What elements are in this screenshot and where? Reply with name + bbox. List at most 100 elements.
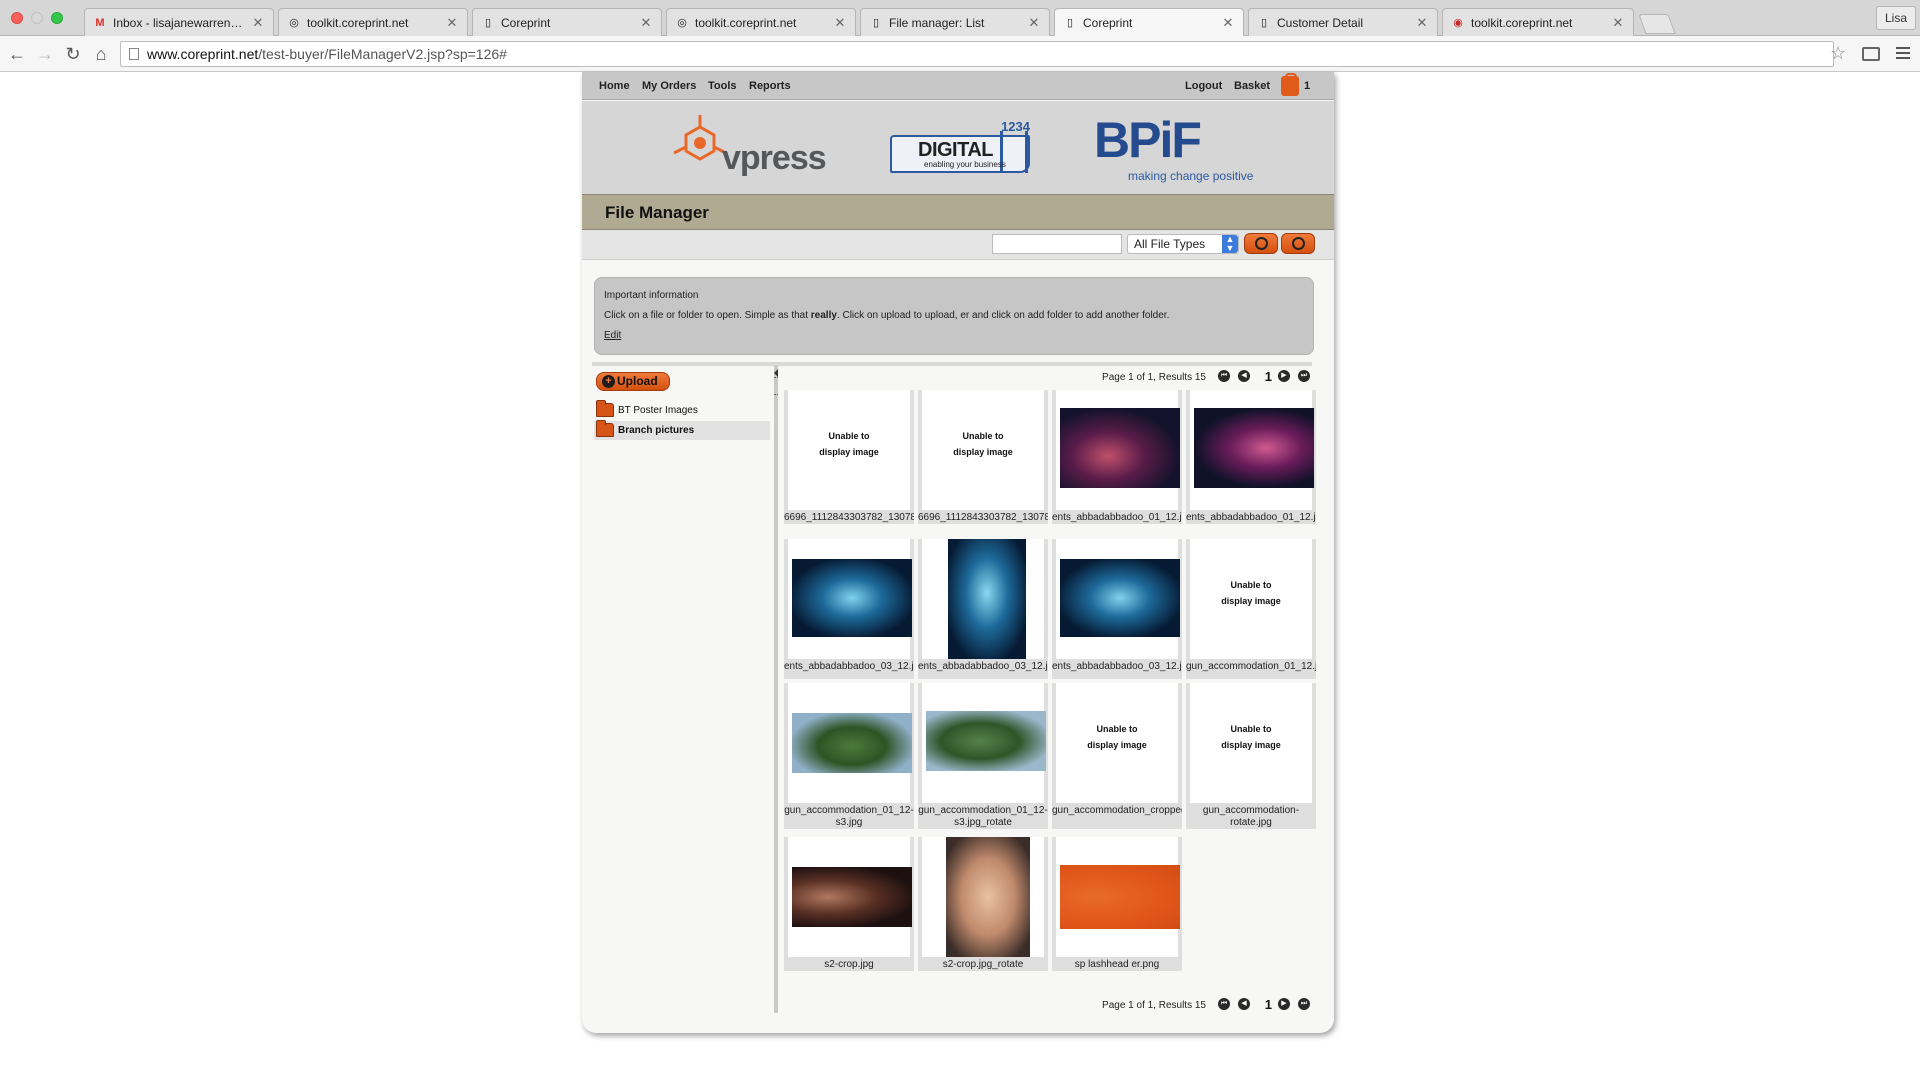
collapse-arrow-icon[interactable] [774, 369, 778, 377]
file-thumbnail[interactable]: Unable to display image [788, 390, 910, 510]
file-tile[interactable]: Unable to display image gun_accommodation_… [1186, 539, 1316, 679]
close-tab-icon[interactable]: ✕ [251, 15, 265, 31]
browser-tab[interactable]: ◎ toolkit.coreprint.net ✕ [278, 8, 468, 36]
file-tile[interactable]: Unable to display image gun_accommodation_… [1052, 683, 1182, 829]
previous-page-icon[interactable]: ◀ [1238, 370, 1250, 382]
first-page-icon[interactable]: ⏮ [1218, 998, 1230, 1010]
browser-menu-icon[interactable] [1896, 47, 1910, 59]
bookmark-star-icon[interactable]: ☆ [1830, 43, 1846, 64]
file-thumbnail[interactable] [1056, 539, 1180, 659]
file-type-select[interactable]: All File Types ▲ ▼ [1127, 234, 1239, 254]
basket-icon[interactable] [1281, 73, 1299, 96]
forward-arrow-icon[interactable]: → [34, 43, 56, 65]
file-thumbnail[interactable]: Unable to display image [1190, 683, 1312, 803]
close-tab-icon[interactable]: ✕ [1027, 15, 1041, 31]
file-thumbnail[interactable] [788, 837, 912, 957]
previous-page-icon[interactable]: ◀ [1238, 998, 1250, 1010]
pager-top: Page 1 of 1, Results 15 ⏮ ◀ 1 ▶ ⏭ [982, 369, 1312, 385]
file-thumbnail[interactable]: Unable to display image [1056, 683, 1178, 803]
file-tile[interactable]: s2-crop.jpg_rotate [918, 837, 1048, 971]
browser-tab-active[interactable]: ▯ Coreprint ✕ [1054, 8, 1244, 36]
url-path: /test-buyer/FileManagerV2.jsp?sp=126# [258, 46, 507, 62]
browser-tab[interactable]: ▯ Coreprint ✕ [472, 8, 662, 36]
file-tile[interactable]: s2-crop.jpg [784, 837, 914, 971]
nav-tools-link[interactable]: Tools [708, 80, 737, 92]
file-thumbnail[interactable]: Unable to display image [1190, 539, 1312, 659]
page-title: File Manager [605, 203, 709, 222]
file-tile[interactable]: ents_abbadabbadoo_03_12.jpg [918, 539, 1048, 679]
new-tab-button[interactable] [1638, 14, 1676, 34]
next-page-icon[interactable]: ▶ [1278, 998, 1290, 1010]
clear-search-button[interactable] [1281, 233, 1315, 254]
nav-logout-link[interactable]: Logout [1185, 80, 1222, 92]
panel-splitter[interactable] [774, 365, 778, 1013]
file-thumbnail[interactable] [922, 837, 1044, 957]
file-thumbnail[interactable] [1056, 837, 1180, 957]
nav-basket-link[interactable]: Basket [1234, 80, 1270, 92]
select-arrows-icon: ▲ ▼ [1222, 235, 1238, 253]
browser-tab[interactable]: ▯ Customer Detail ✕ [1248, 8, 1438, 36]
file-tile[interactable]: ents_abbadabbadoo_03_12.jpg [784, 539, 914, 679]
folder-item-selected[interactable]: Branch pictures [594, 420, 770, 440]
file-thumbnail[interactable] [788, 683, 912, 803]
browser-tab[interactable]: ◉ toolkit.coreprint.net ✕ [1442, 8, 1634, 36]
file-tile[interactable]: ents_abbadabbadoo_01_12.jpg [1052, 390, 1182, 524]
page-icon: ▯ [1260, 17, 1268, 29]
close-tab-icon[interactable]: ✕ [445, 15, 459, 31]
first-page-icon[interactable]: ⏮ [1218, 370, 1230, 382]
profile-button[interactable]: Lisa [1875, 6, 1916, 30]
close-tab-icon[interactable]: ✕ [1415, 15, 1429, 31]
close-tab-icon[interactable]: ✕ [833, 15, 847, 31]
back-arrow-icon[interactable]: ← [6, 43, 28, 65]
next-page-icon[interactable]: ▶ [1278, 370, 1290, 382]
splitter-grip [774, 377, 778, 395]
upload-button[interactable]: + Upload [596, 372, 670, 391]
file-thumbnail[interactable] [922, 683, 1046, 803]
file-thumbnail[interactable] [922, 539, 1044, 659]
file-tile[interactable]: ents_abbadabbadoo_01_12.jpg [1186, 390, 1316, 524]
browser-toolbar: ← → ↻ ⌂ www.coreprint.net/test-buyer/Fil… [0, 36, 1920, 72]
digital-logo: 1234 DIGITAL enabling your business [890, 119, 1030, 177]
close-tab-icon[interactable]: ✕ [1611, 15, 1625, 31]
file-tile[interactable]: gun_accommodation_01_12-s3.jpg_rotate [918, 683, 1048, 829]
file-tile[interactable]: Unable to display image 6696_1112843303782… [784, 390, 914, 524]
info-edit-link[interactable]: Edit [604, 330, 621, 341]
file-thumbnail[interactable] [1190, 390, 1314, 510]
last-page-icon[interactable]: ⏭ [1298, 998, 1310, 1010]
window-close-button[interactable] [11, 12, 23, 24]
window-zoom-button[interactable] [51, 12, 63, 24]
current-page-number: 1 [1264, 997, 1272, 1012]
unable-to-display-text: Unable to display image [1087, 724, 1147, 750]
file-tile[interactable]: sp lashhead er.png [1052, 837, 1182, 971]
file-tile[interactable]: ents_abbadabbadoo_03_12.jpg [1052, 539, 1182, 679]
cast-icon[interactable] [1862, 47, 1880, 61]
file-tile[interactable]: Unable to display image gun_accommodation-… [1186, 683, 1316, 829]
nav-my-orders-link[interactable]: My Orders [642, 80, 696, 92]
page-info-icon[interactable] [129, 48, 139, 60]
last-page-icon[interactable]: ⏭ [1298, 370, 1310, 382]
browser-tab[interactable]: ▯ File manager: List ✕ [860, 8, 1050, 36]
close-tab-icon[interactable]: ✕ [1221, 15, 1235, 31]
file-tile[interactable]: Unable to display image 6696_1112843303782… [918, 390, 1048, 524]
search-button[interactable] [1244, 233, 1278, 254]
nav-home-link[interactable]: Home [599, 80, 630, 92]
browser-tab[interactable]: M Inbox - lisajanewarren@gm ✕ [84, 8, 274, 36]
image-preview [1060, 408, 1180, 488]
reload-icon[interactable]: ↻ [62, 43, 84, 65]
pager-summary: Page 1 of 1, Results 15 [1102, 1000, 1206, 1011]
close-tab-icon[interactable]: ✕ [639, 15, 653, 31]
page-container: Home My Orders Tools Reports Logout Bask… [582, 72, 1334, 1033]
file-thumbnail[interactable] [1056, 390, 1180, 510]
file-name: s2-crop.jpg_rotate [942, 959, 1024, 970]
home-icon[interactable]: ⌂ [90, 43, 112, 65]
file-tile[interactable]: gun_accommodation_01_12-s3.jpg [784, 683, 914, 829]
file-name: gun_accommodation_cropped [1052, 805, 1182, 816]
file-search-input[interactable] [992, 234, 1122, 254]
address-bar[interactable]: www.coreprint.net/test-buyer/FileManager… [120, 41, 1834, 67]
file-thumbnail[interactable] [788, 539, 912, 659]
folder-item[interactable]: BT Poster Images [594, 400, 770, 420]
browser-tab[interactable]: ◎ toolkit.coreprint.net ✕ [666, 8, 856, 36]
nav-reports-link[interactable]: Reports [749, 80, 791, 92]
file-thumbnail[interactable]: Unable to display image [922, 390, 1044, 510]
window-minimize-button[interactable] [31, 12, 43, 24]
